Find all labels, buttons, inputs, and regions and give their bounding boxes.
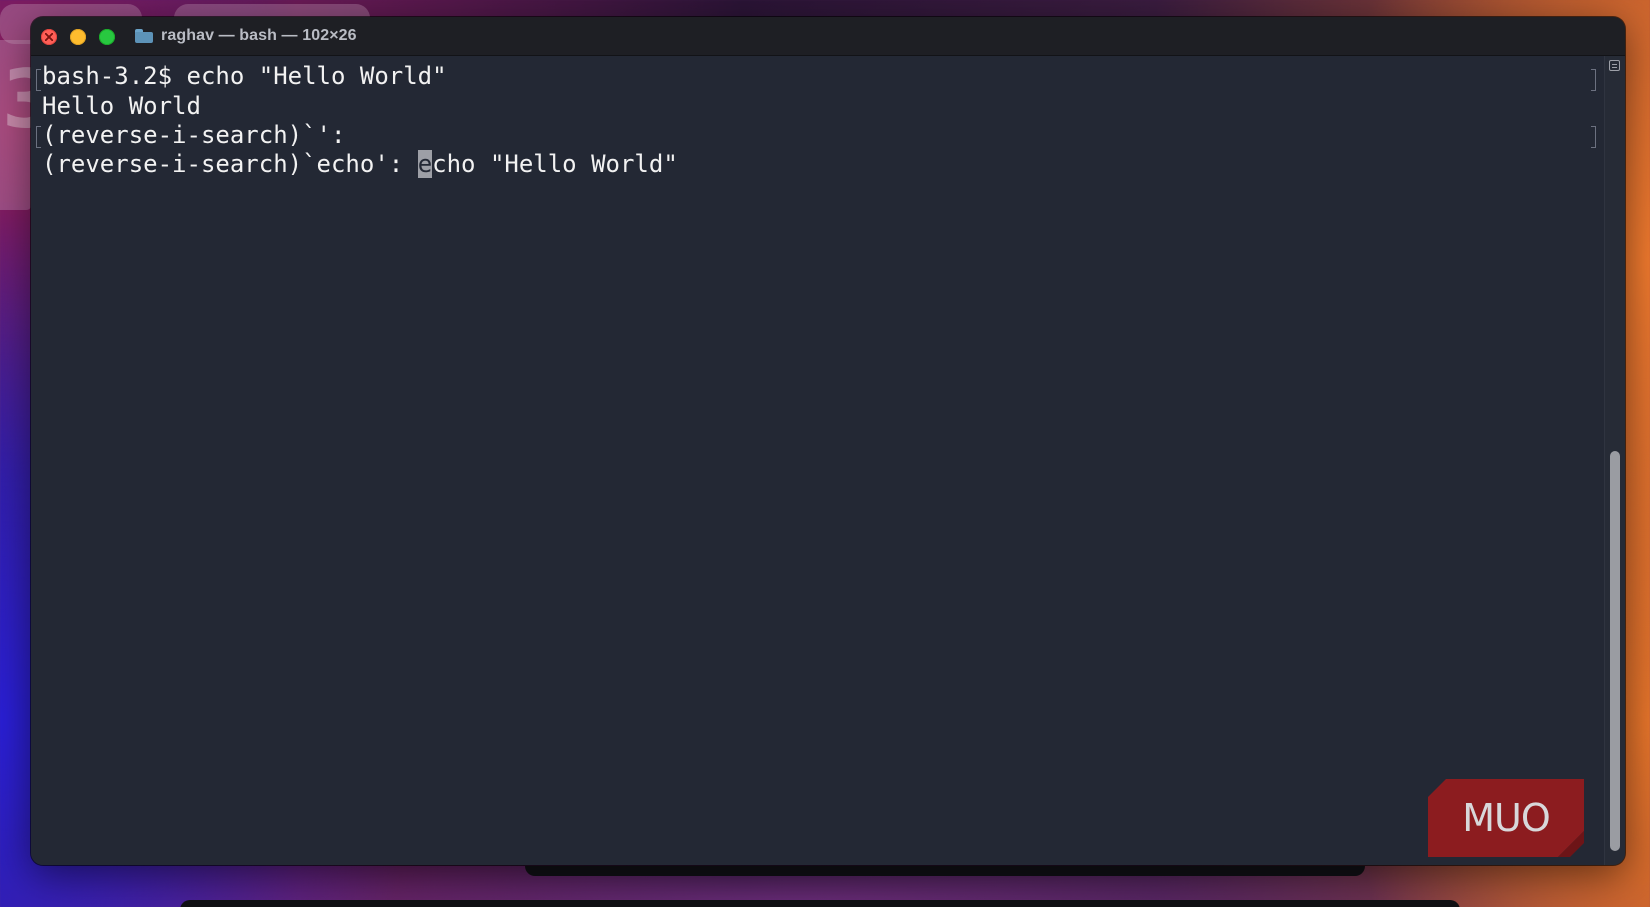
window-title: raghav — bash — 102×26	[135, 17, 357, 55]
search-prompt: (reverse-i-search)`echo':	[42, 150, 418, 178]
mark-bracket-right	[1591, 69, 1596, 91]
text-cursor: e	[417, 150, 433, 178]
background-window-edge	[525, 866, 1365, 876]
mark-bracket-left	[36, 69, 41, 91]
muo-logo-text: MUO	[1462, 796, 1551, 840]
list-icon[interactable]	[1609, 60, 1620, 71]
window-title-text: raghav — bash — 102×26	[161, 27, 357, 44]
search-match: cho "Hello World"	[432, 150, 678, 178]
muo-logo: MUO	[1428, 779, 1584, 857]
terminal-line: (reverse-i-search)`echo': echo "Hello Wo…	[42, 149, 678, 179]
dock-edge	[180, 900, 1460, 907]
terminal-line: bash-3.2$ echo "Hello World"	[42, 62, 447, 90]
vertical-scrollbar[interactable]	[1604, 56, 1625, 865]
minimize-button[interactable]	[70, 29, 86, 45]
title-bar[interactable]: raghav — bash — 102×26	[31, 17, 1625, 56]
close-button[interactable]	[41, 29, 57, 45]
terminal-line: Hello World	[42, 92, 201, 120]
terminal-window: raghav — bash — 102×26 bash-3.2$ echo "H…	[31, 17, 1625, 865]
mark-bracket-left	[36, 126, 41, 148]
terminal-content[interactable]: bash-3.2$ echo "Hello World" Hello World…	[31, 56, 1625, 865]
mark-bracket-right	[1591, 126, 1596, 148]
folder-icon	[135, 29, 153, 43]
terminal-line: (reverse-i-search)`':	[42, 121, 346, 149]
zoom-button[interactable]	[99, 29, 115, 45]
background-window: 3	[0, 40, 58, 210]
scrollbar-thumb[interactable]	[1610, 451, 1620, 851]
